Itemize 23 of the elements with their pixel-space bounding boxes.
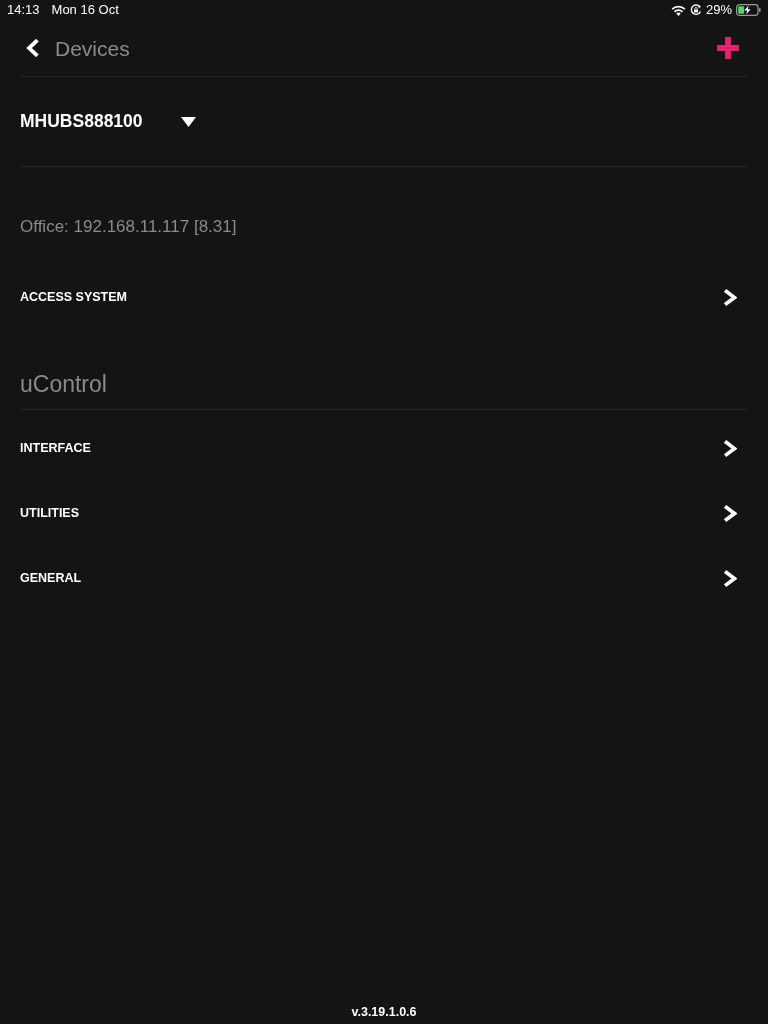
menu-row[interactable]: INTERFACE: [20, 416, 748, 481]
status-date: Mon 16 Oct: [51, 1, 119, 20]
chevron-right-icon: [724, 288, 737, 306]
wifi-icon: [670, 4, 686, 16]
device-dropdown[interactable]: MHUBS888100: [20, 112, 196, 131]
chevron-left-icon: [26, 39, 39, 57]
rotation-lock-icon: [689, 4, 702, 16]
back-button[interactable]: Devices: [26, 37, 130, 59]
add-button[interactable]: [717, 37, 739, 59]
status-time: 14:13: [7, 1, 40, 20]
chevron-right-icon: [724, 505, 737, 522]
battery-charging-icon: [736, 4, 761, 16]
menu-row[interactable]: ACCESS SYSTEM: [20, 257, 748, 337]
version-label: v.3.19.1.0.6: [350, 1004, 418, 1021]
section-heading: uControl: [20, 370, 108, 399]
caret-down-icon: [180, 116, 196, 127]
menu-row[interactable]: GENERAL: [20, 546, 748, 611]
menu-row[interactable]: UTILITIES: [20, 481, 748, 546]
battery-percent: 29%: [705, 1, 732, 20]
chevron-right-icon: [724, 570, 737, 587]
connection-info: Office: 192.168.11.117 [8.31]: [20, 216, 238, 239]
chevron-right-icon: [724, 440, 737, 457]
plus-icon: [717, 37, 739, 59]
